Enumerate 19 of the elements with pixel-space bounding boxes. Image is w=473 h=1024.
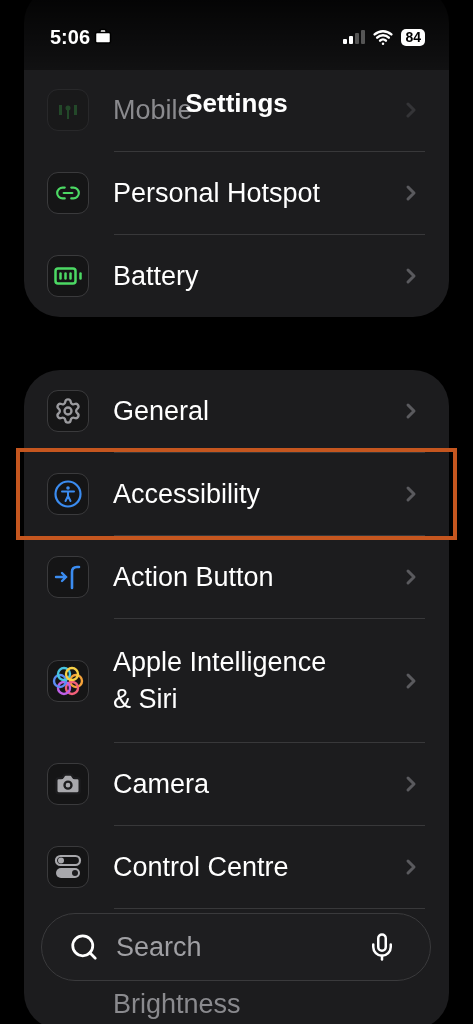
action-button-icon xyxy=(53,564,83,590)
row-label[interactable]: Action Button xyxy=(113,558,274,596)
accessibility-icon xyxy=(53,479,83,509)
row-label[interactable]: Apple Intelligence & Siri xyxy=(113,643,338,718)
toggles-icon xyxy=(54,853,82,881)
signal-icon xyxy=(343,30,366,44)
wifi-icon xyxy=(373,27,394,47)
briefcase-icon xyxy=(94,28,113,46)
row-label[interactable]: General xyxy=(113,392,210,430)
status-time: 5:06 xyxy=(50,25,91,50)
search-field[interactable]: Search xyxy=(41,913,431,981)
row-label[interactable]: Battery xyxy=(113,257,199,295)
row-label[interactable]: Brightness xyxy=(113,986,241,1023)
row-label[interactable]: Camera xyxy=(113,765,210,803)
settings-icon xyxy=(54,397,82,425)
row-label[interactable]: Personal Hotspot xyxy=(113,174,321,212)
search-icon xyxy=(69,932,99,962)
row-label[interactable]: Control Centre xyxy=(113,848,289,886)
row-label[interactable]: Accessibility xyxy=(113,475,261,513)
